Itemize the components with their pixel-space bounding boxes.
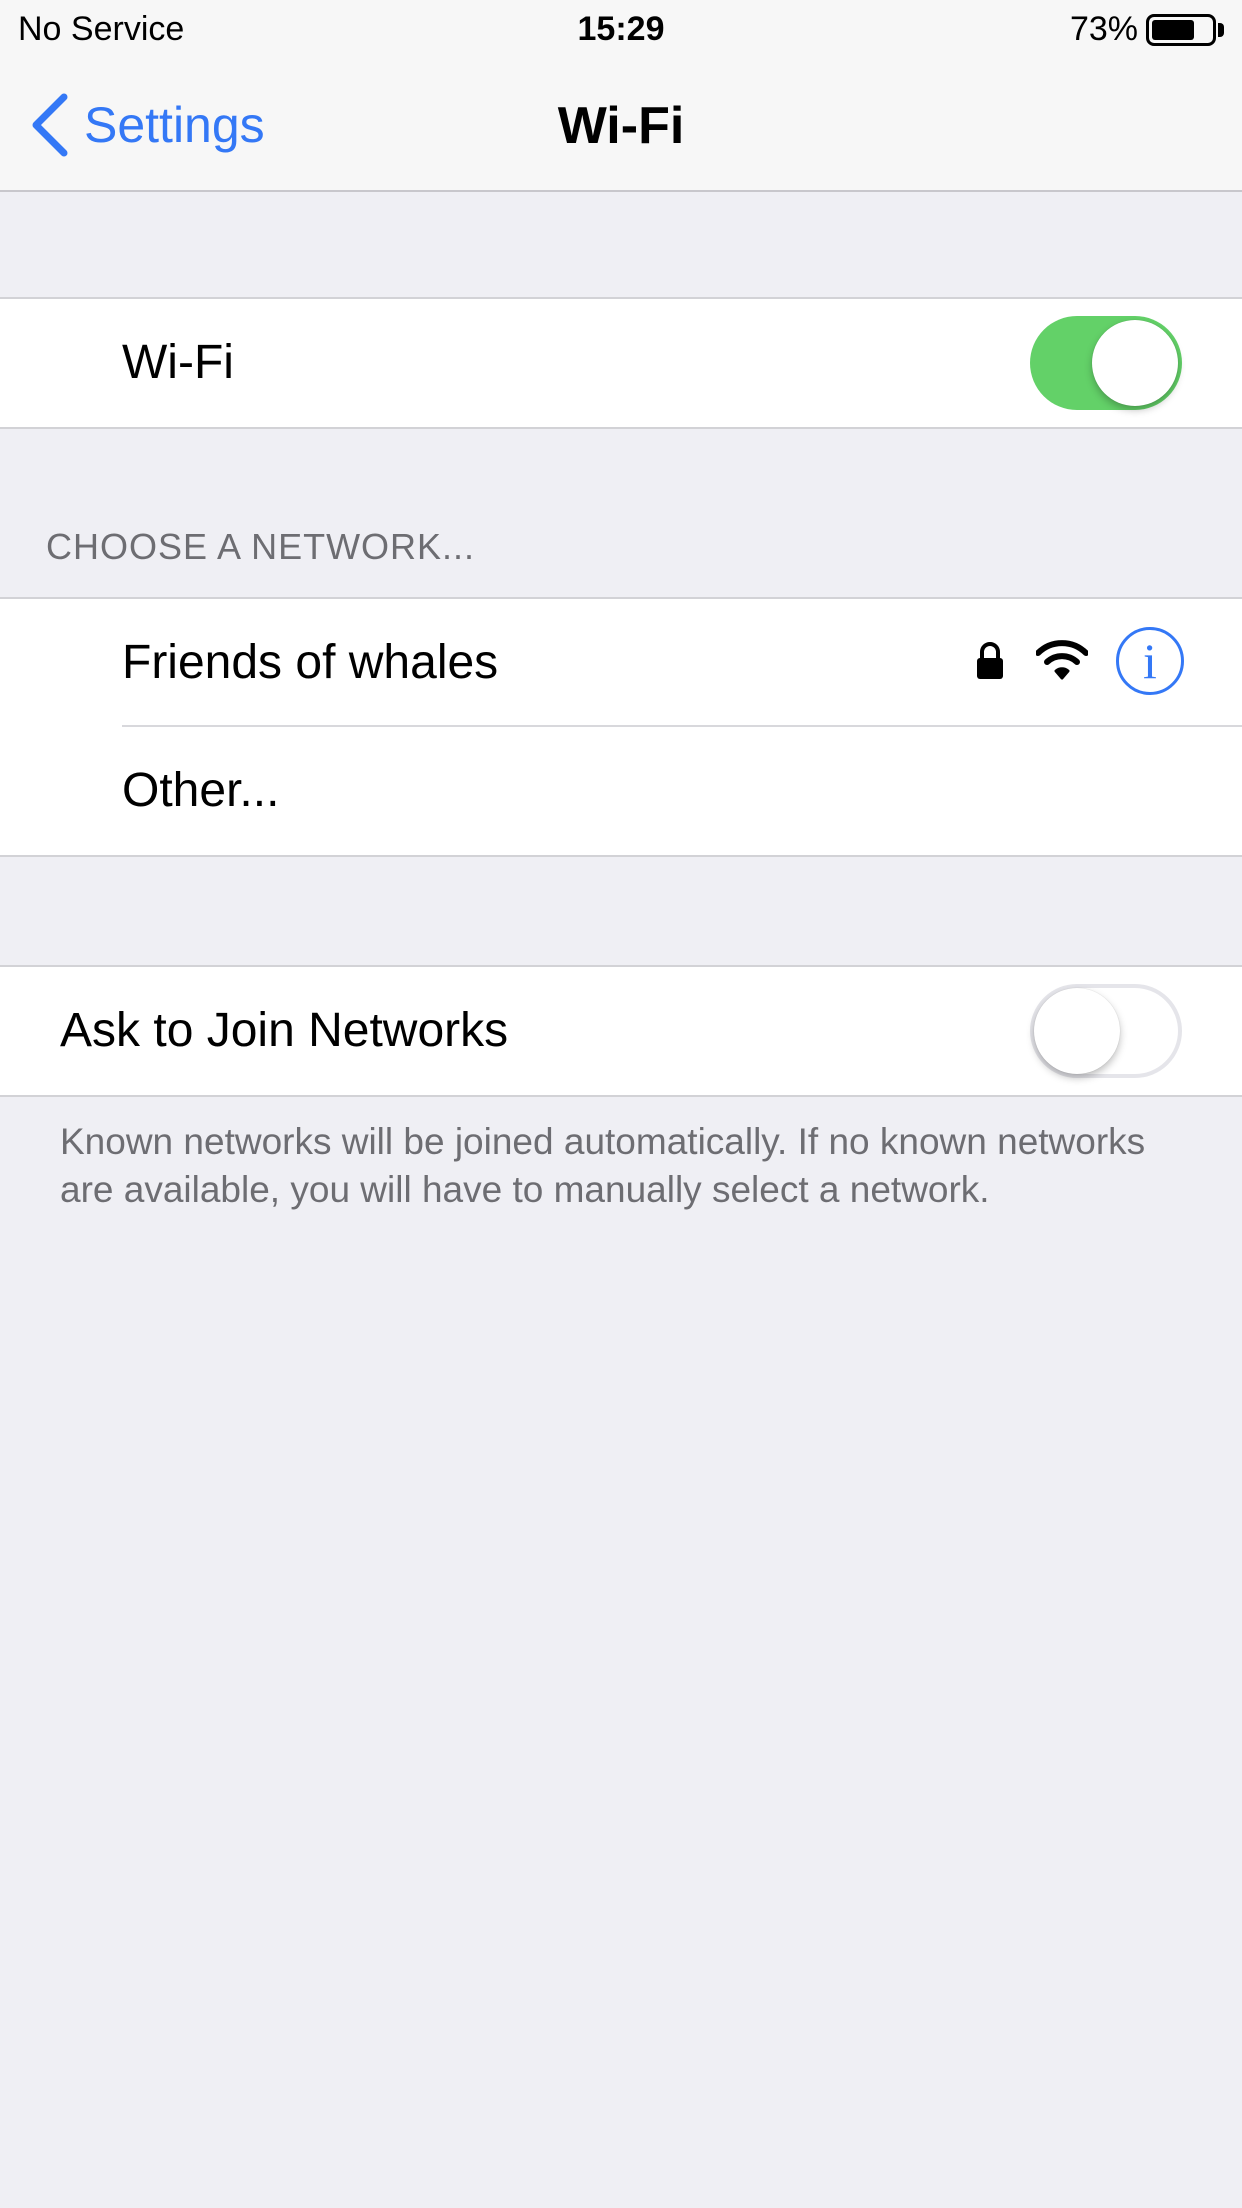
network-row-friends-of-whales[interactable]: Friends of whales i [0,599,1242,727]
ask-to-join-switch[interactable] [1030,984,1182,1078]
switch-knob [1034,988,1120,1074]
ask-to-join-row: Ask to Join Networks [0,967,1242,1095]
wifi-switch[interactable] [1030,316,1182,410]
ask-to-join-footer: Known networks will be joined automatica… [60,1121,1146,1210]
network-list: Friends of whales i Other... [0,597,1242,857]
other-network-label: Other... [122,764,280,817]
navigation-bar: Settings Wi-Fi [0,60,1242,192]
status-bar: No Service 15:29 73% [0,0,1242,60]
battery-fill [1152,20,1195,40]
wifi-signal-icon [1036,640,1088,680]
clock: 15:29 [577,10,665,48]
wifi-toggle-row: Wi-Fi [0,299,1242,427]
wifi-settings-screen: No Service 15:29 73% Settings Wi-Fi Wi-F… [0,0,1242,2208]
switch-knob [1092,320,1178,406]
network-row-other[interactable]: Other... [0,727,1242,855]
lock-icon [977,642,1003,679]
choose-network-header: CHOOSE A NETWORK... [46,526,476,567]
page-title: Wi-Fi [557,97,685,155]
info-icon[interactable]: i [1116,627,1184,695]
wifi-toggle-label: Wi-Fi [122,336,234,389]
wifi-toggle-group: Wi-Fi [0,297,1242,429]
battery-icon [1146,14,1216,46]
ask-to-join-label: Ask to Join Networks [60,1004,509,1057]
battery-tip [1218,23,1224,37]
network-name: Friends of whales [122,636,499,689]
battery-percent: 73% [1069,10,1138,48]
ask-to-join-group: Ask to Join Networks [0,965,1242,1097]
